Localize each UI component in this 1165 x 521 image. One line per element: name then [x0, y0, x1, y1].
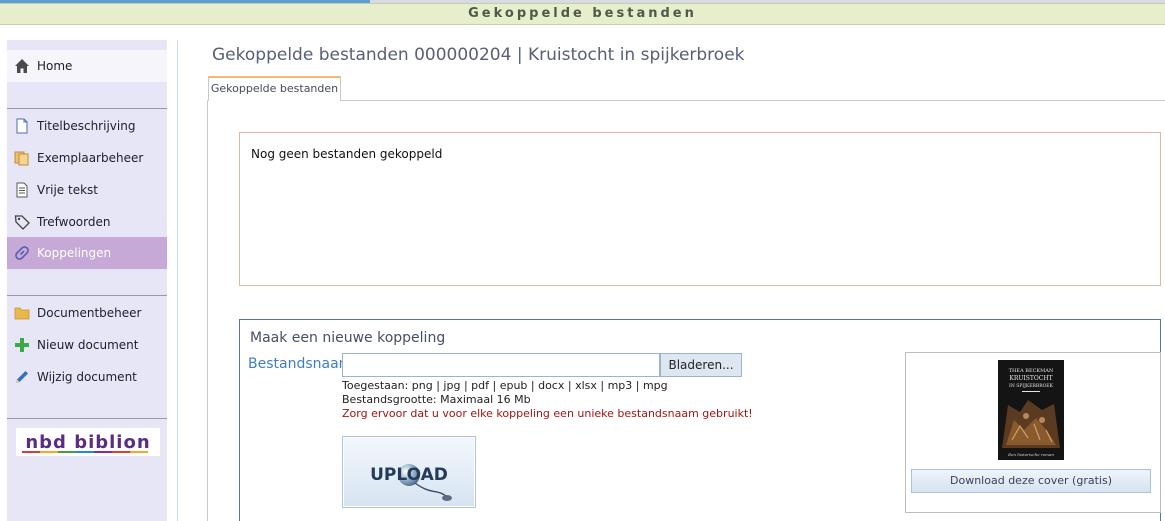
window-title: Gekoppelde bestanden — [0, 3, 1165, 25]
sidebar-item-exemplaarbeheer[interactable]: Exemplaarbeheer — [7, 142, 167, 174]
link-icon — [15, 246, 29, 260]
empty-message: Nog geen bestanden gekoppeld — [251, 147, 443, 161]
tag-icon — [14, 215, 30, 230]
nbd-biblion-logo: nbd biblion — [16, 428, 160, 456]
cover-subtitle: Een historische roman — [1007, 452, 1054, 457]
browse-button[interactable]: Bladeren... — [660, 353, 742, 377]
new-link-title: Maak een nieuwe koppeling — [250, 330, 446, 346]
sidebar-item-nieuw-document[interactable]: Nieuw document — [7, 329, 167, 361]
sidebar-item-label: Exemplaarbeheer — [37, 151, 144, 165]
sidebar-divider — [7, 108, 167, 109]
sidebar-item-label: Koppelingen — [37, 246, 112, 260]
allowed-types-text: Toegestaan: png | jpg | pdf | epub | doc… — [342, 379, 668, 392]
filename-label: Bestandsnaam — [248, 356, 353, 372]
pencil-icon — [16, 371, 28, 383]
sidebar-item-trefwoorden[interactable]: Trefwoorden — [7, 206, 167, 238]
sidebar-item-label: Documentbeheer — [37, 306, 142, 320]
sidebar-item-label: Nieuw document — [37, 338, 139, 352]
folder-icon — [14, 307, 30, 320]
sidebar: Home Titelbeschrijving Exemplaarbeheer V… — [7, 40, 167, 521]
book-cover-image: THEA BECKMAN KRUISTOCHT IN SPIJKERBROEK … — [998, 360, 1064, 460]
sidebar-item-label: Titelbeschrijving — [37, 119, 136, 133]
cover-panel: THEA BECKMAN KRUISTOCHT IN SPIJKERBROEK … — [905, 352, 1161, 513]
sidebar-item-titelbeschrijving[interactable]: Titelbeschrijving — [7, 110, 167, 142]
sidebar-divider — [7, 295, 167, 296]
document-icon — [16, 118, 28, 134]
cover-author: THEA BECKMAN — [1009, 368, 1054, 374]
sidebar-divider — [7, 418, 167, 419]
upload-icon: UPLOAD — [344, 438, 474, 506]
content-divider — [177, 40, 178, 521]
sidebar-item-wijzig-document[interactable]: Wijzig document — [7, 361, 167, 393]
text-document-icon — [16, 182, 28, 198]
sidebar-item-home[interactable]: Home — [7, 50, 167, 82]
tab-underline — [341, 100, 1165, 101]
logo-mark: nbd biblion — [22, 432, 150, 453]
max-size-text: Bestandsgrootte: Maximaal 16 Mb — [342, 393, 531, 406]
sidebar-item-koppelingen[interactable]: Koppelingen — [7, 237, 167, 269]
filename-input[interactable] — [342, 353, 660, 377]
tab-gekoppelde-bestanden[interactable]: Gekoppelde bestanden — [208, 76, 341, 101]
cover-title-line2: IN SPIJKERBROEK — [1009, 383, 1054, 389]
cover-art: THEA BECKMAN KRUISTOCHT IN SPIJKERBROEK … — [998, 360, 1064, 460]
upload-text: UPLOAD — [370, 465, 448, 485]
sidebar-item-documentbeheer[interactable]: Documentbeheer — [7, 297, 167, 329]
plus-icon — [15, 338, 29, 352]
svg-text:nbd biblion: nbd biblion — [25, 432, 150, 453]
home-icon — [15, 59, 29, 73]
sidebar-item-label: Vrije tekst — [37, 183, 99, 197]
cover-title-line1: KRUISTOCHT — [1009, 375, 1052, 382]
download-cover-button[interactable]: Download deze cover (gratis) — [911, 469, 1151, 493]
tab-panel-border — [207, 100, 208, 521]
sidebar-item-vrije-tekst[interactable]: Vrije tekst — [7, 174, 167, 206]
sidebar-item-label: Trefwoorden — [37, 215, 111, 229]
upload-button[interactable]: UPLOAD — [342, 436, 476, 508]
unique-name-warning: Zorg ervoor dat u voor elke koppeling ee… — [342, 407, 753, 420]
page-title: Gekoppelde bestanden 000000204 | Kruisto… — [212, 45, 745, 65]
sidebar-item-label: Home — [37, 59, 73, 73]
linked-files-panel: Nog geen bestanden gekoppeld — [239, 132, 1161, 286]
copies-icon — [14, 151, 29, 166]
sidebar-item-label: Wijzig document — [37, 370, 137, 384]
